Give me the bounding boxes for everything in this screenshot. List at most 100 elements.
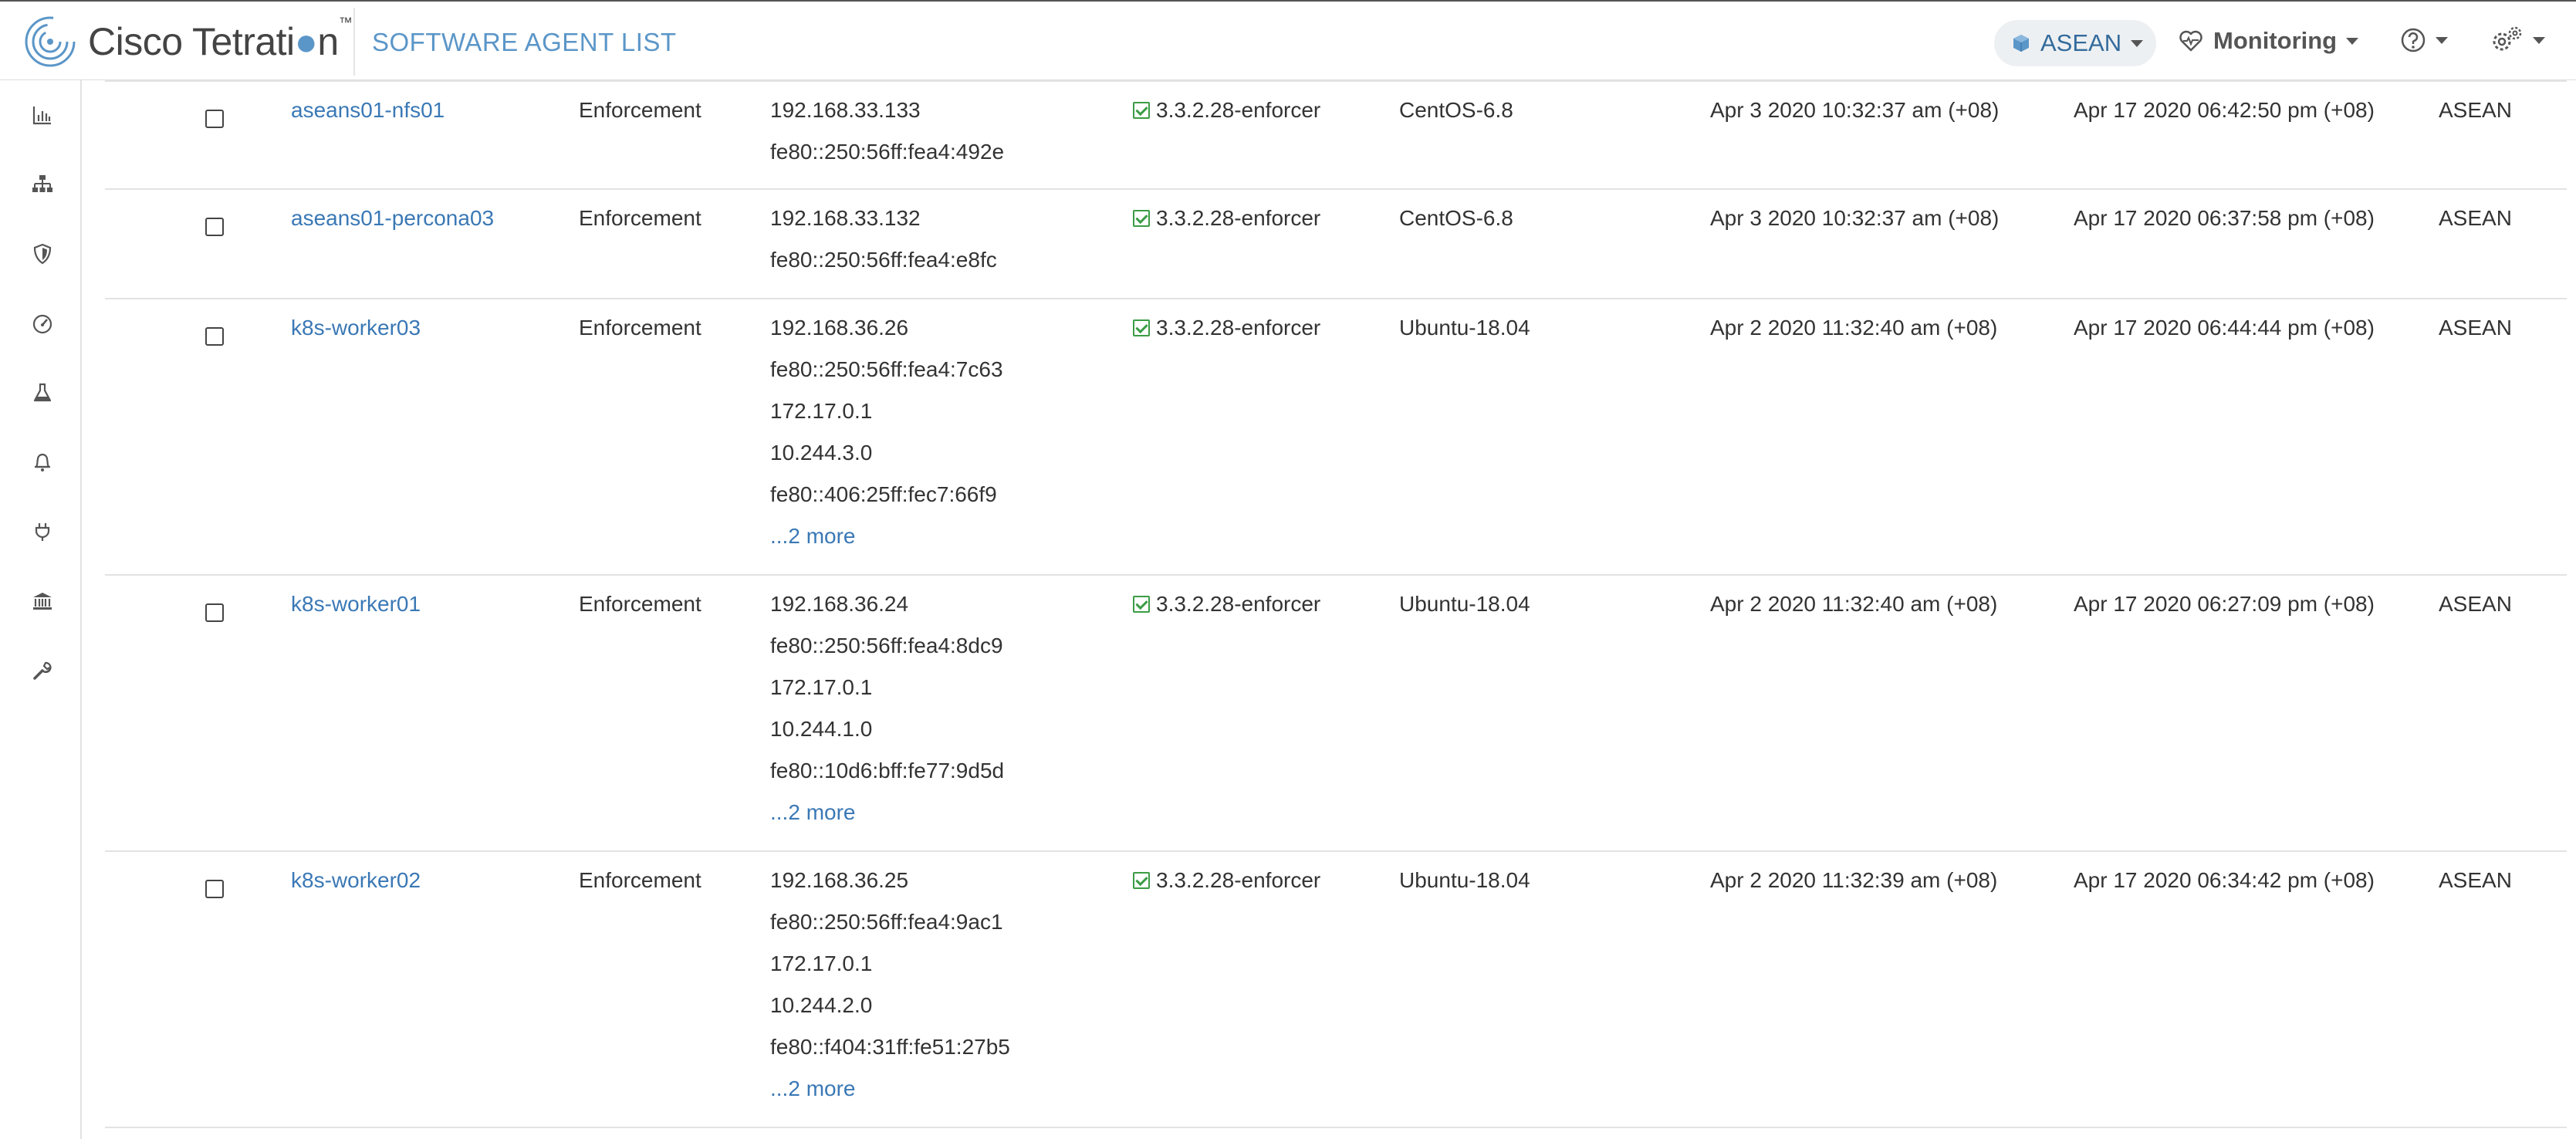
check-square-icon [1133,872,1150,889]
cube-icon [2013,35,2029,52]
os-platform: Ubuntu-18.04 [1399,316,1530,340]
agent-version: 3.3.2.28-enforcer [1133,90,1320,131]
heart-pulse-icon [2179,30,2202,52]
chevron-down-icon [2346,37,2359,45]
ip-address: 172.17.0.1 [770,399,873,423]
ip-address: fe80::f404:31ff:fe51:27b5 [770,1035,1010,1059]
ip-address: fe80::250:56ff:fea4:492e [770,140,1005,164]
last-checkin: Apr 17 2020 06:27:09 pm (+08) [2074,592,2375,616]
created-at: Apr 3 2020 10:32:37 am (+08) [1710,98,2000,122]
ip-address: 172.17.0.1 [770,675,873,699]
os-platform: Ubuntu-18.04 [1399,868,1530,892]
flask-icon[interactable] [31,381,54,404]
scope-name: ASEAN [2439,206,2512,230]
scope-name: ASEAN [2439,98,2512,122]
agent-version-label: 3.3.2.28-enforcer [1156,206,1321,230]
topology-icon[interactable] [31,173,54,196]
agent-version-label: 3.3.2.28-enforcer [1156,98,1321,122]
created-at: Apr 2 2020 11:32:40 am (+08) [1710,316,1998,340]
cisco-tetration-logo[interactable]: Cisco Tetrati●n™ [23,12,353,71]
check-square-icon [1133,210,1150,227]
settings-menu[interactable] [2490,23,2545,57]
bank-icon[interactable] [31,590,54,613]
ip-address: fe80::10d6:bff:fe77:9d5d [770,759,1005,782]
table-row[interactable]: aseans01-nfs01 Enforcement 192.168.33.133 f… [105,80,2567,190]
gears-icon [2493,26,2522,51]
agent-type: Enforcement [579,98,701,122]
row-checkbox[interactable] [205,110,224,128]
ip-address: fe80::250:56ff:fea4:8dc9 [770,634,1003,657]
agent-version: 3.3.2.28-enforcer [1133,860,1320,901]
last-checkin: Apr 17 2020 06:42:50 pm (+08) [2074,98,2375,122]
left-sidebar [0,80,82,1139]
check-square-icon [1133,102,1150,119]
bar-chart-icon[interactable] [31,103,54,127]
top-header: Cisco Tetrati●n™ SOFTWARE AGENT LIST ASE… [0,0,2576,80]
ip-address: 10.244.1.0 [770,717,873,741]
agent-version: 3.3.2.28-enforcer [1133,307,1320,349]
scope-name: ASEAN [2439,868,2512,892]
wrench-icon[interactable] [31,659,54,682]
last-checkin: Apr 17 2020 06:44:44 pm (+08) [2074,316,2375,340]
agent-type: Enforcement [579,316,701,340]
ip-address-list: 192.168.33.132fe80::250:56ff:fea4:e8fc [770,198,997,281]
ip-address: 192.168.33.133 [770,98,921,122]
hostname-link[interactable]: aseans01-nfs01 [291,90,445,131]
table-row[interactable]: aseans01-percona03 Enforcement 192.168.33.… [105,190,2567,299]
os-platform: CentOS-6.8 [1399,98,1513,122]
ip-address: 172.17.0.1 [770,951,873,975]
ip-address: fe80::406:25ff:fec7:66f9 [770,482,997,506]
created-at: Apr 3 2020 10:32:37 am (+08) [1710,206,2000,230]
hostname-link[interactable]: aseans01-percona03 [291,198,494,239]
ip-address-list: 192.168.36.26fe80::250:56ff:fea4:7c63172… [770,307,1003,557]
ip-address: 192.168.33.132 [770,206,921,230]
ip-address: fe80::250:56ff:fea4:9ac1 [770,910,1003,934]
chevron-down-icon [2131,39,2144,47]
page-title: SOFTWARE AGENT LIST [372,28,677,56]
ip-address: 10.244.2.0 [770,993,873,1017]
agent-version-label: 3.3.2.28-enforcer [1156,316,1321,340]
question-circle-icon [2401,28,2426,52]
os-platform: Ubuntu-18.04 [1399,592,1530,616]
table-row[interactable]: k8s-worker03 Enforcement 192.168.36.26 fe80… [105,299,2567,576]
ip-address: 10.244.3.0 [770,441,873,465]
hostname-link[interactable]: k8s-worker02 [291,860,421,901]
ip-address: 192.168.36.26 [770,316,909,340]
scope-name: ASEAN [2439,316,2512,340]
row-checkbox[interactable] [205,327,224,346]
created-at: Apr 2 2020 11:32:40 am (+08) [1710,592,1998,616]
agent-type: Enforcement [579,206,701,230]
table-row[interactable]: k8s-worker01 Enforcement 192.168.36.24 fe80… [105,576,2567,852]
check-square-icon [1133,319,1150,336]
agent-version: 3.3.2.28-enforcer [1133,583,1320,625]
row-checkbox[interactable] [205,218,224,236]
agent-version-label: 3.3.2.28-enforcer [1156,592,1321,616]
row-checkbox[interactable] [205,880,224,898]
shield-icon[interactable] [31,242,54,265]
tetration-logo-icon [25,16,76,67]
ip-address-list: 192.168.36.25 fe80::250:56ff:fea4:9ac1 172… [770,860,1010,1110]
os-platform: CentOS-6.8 [1399,206,1513,230]
table-row[interactable]: k8s-worker02 Enforcement 192.168.36.25 fe80… [105,852,2567,1128]
chevron-down-icon [2436,36,2448,44]
dashboard-gauge-icon[interactable] [31,312,54,335]
last-checkin: Apr 17 2020 06:34:42 pm (+08) [2074,868,2375,892]
scope-selector[interactable]: ASEAN [1994,20,2156,66]
more-ips-link[interactable]: ...2 more [770,792,1004,833]
row-checkbox[interactable] [205,603,224,622]
agent-version: 3.3.2.28-enforcer [1133,198,1320,239]
ip-address: fe80::250:56ff:fea4:7c63 [770,357,1003,381]
bell-icon[interactable] [31,451,54,474]
plug-icon[interactable] [31,520,54,543]
more-ips-link[interactable]: ...2 more [770,515,1003,557]
ip-address: fe80::250:56ff:fea4:e8fc [770,248,997,272]
scope-selector-label: ASEAN [2040,29,2122,56]
last-checkin: Apr 17 2020 06:37:58 pm (+08) [2074,206,2375,230]
hostname-link[interactable]: k8s-worker01 [291,583,421,625]
more-ips-link[interactable]: ...2 more [770,1068,1010,1110]
monitoring-menu[interactable]: Monitoring [2178,23,2359,59]
check-square-icon [1133,596,1150,613]
hostname-link[interactable]: k8s-worker03 [291,307,421,349]
created-at: Apr 2 2020 11:32:39 am (+08) [1710,868,1998,892]
help-menu[interactable] [2400,25,2448,56]
